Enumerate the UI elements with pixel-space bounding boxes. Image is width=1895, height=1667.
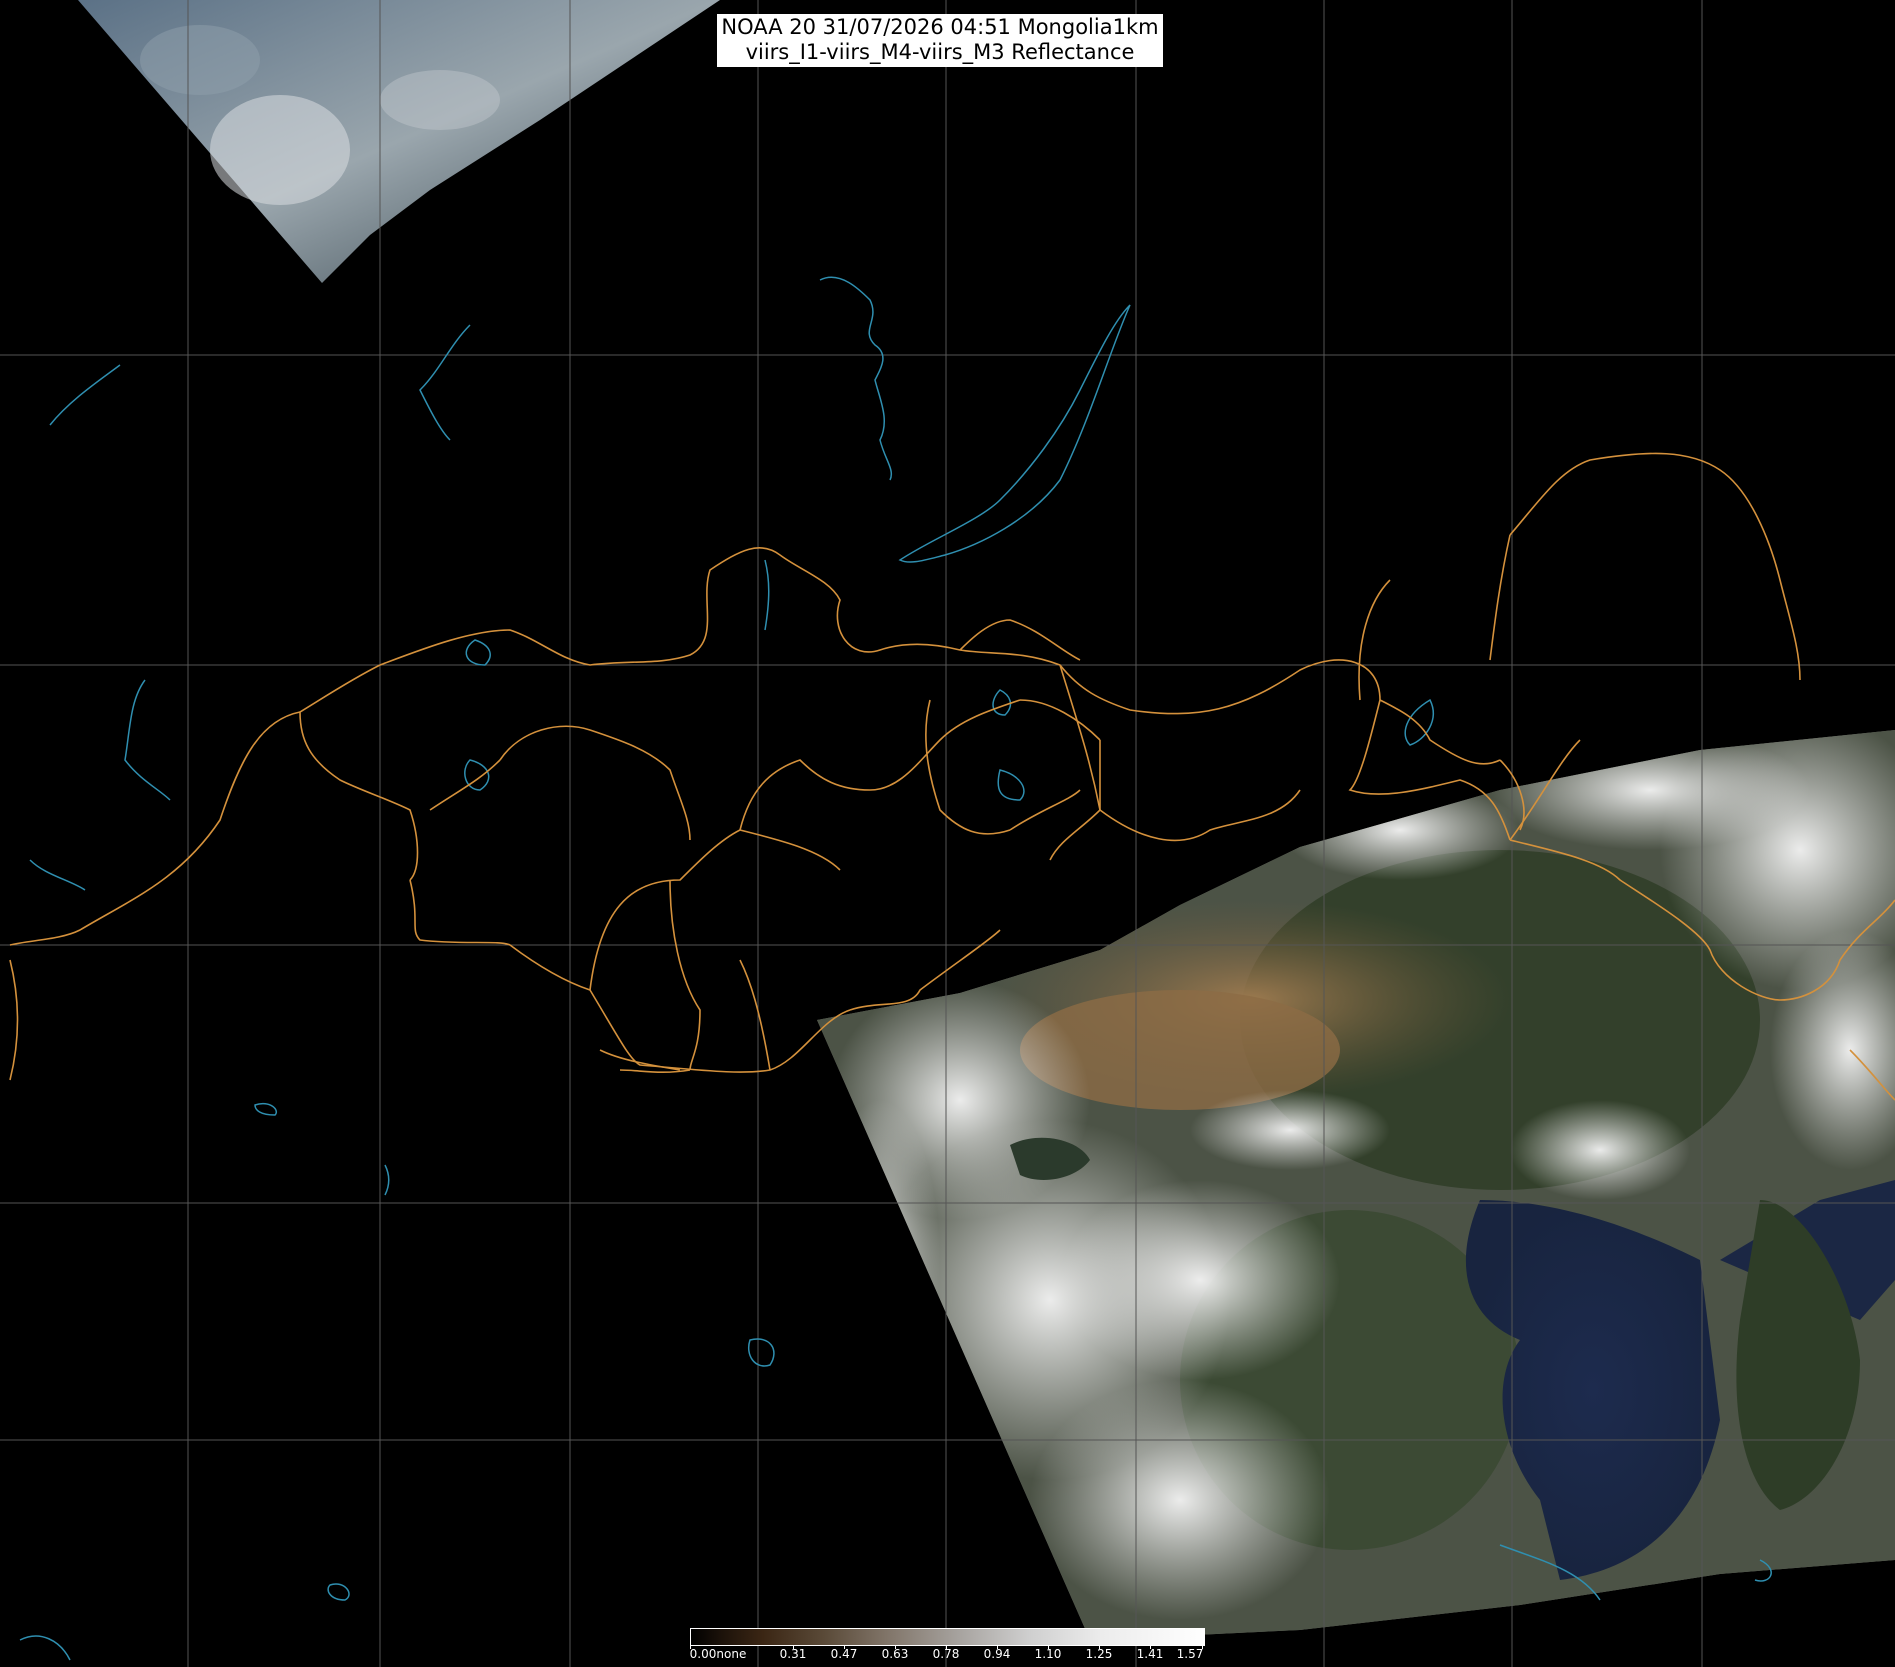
colorbar-label: 1.10 bbox=[1034, 1647, 1062, 1661]
colorbar-label: 1.57 bbox=[1176, 1647, 1204, 1661]
colorbar-label: 0.31 bbox=[779, 1647, 807, 1661]
colorbar-label: 1.25 bbox=[1085, 1647, 1113, 1661]
colorbar-legend: 0.00none 0.31 0.47 0.63 0.78 0.94 1.10 1… bbox=[690, 1628, 1205, 1664]
colorbar-label: 0.78 bbox=[932, 1647, 960, 1661]
colorbar-label: 0.63 bbox=[881, 1647, 909, 1661]
colorbar-gradient bbox=[690, 1628, 1205, 1646]
satellite-map bbox=[0, 0, 1895, 1667]
colorbar-label: 1.41 bbox=[1136, 1647, 1164, 1661]
colorbar-label: 0.94 bbox=[983, 1647, 1011, 1661]
colorbar-label: 0.00none bbox=[689, 1647, 747, 1661]
swath-northwest bbox=[78, 0, 720, 283]
swath-southeast bbox=[817, 730, 1895, 1640]
map-title-line1: NOAA 20 31/07/2026 04:51 Mongolia1km bbox=[721, 15, 1159, 39]
map-title: NOAA 20 31/07/2026 04:51 Mongolia1km vii… bbox=[717, 14, 1163, 67]
map-title-line2: viirs_I1-viirs_M4-viirs_M3 Reflectance bbox=[745, 40, 1135, 64]
colorbar-label: 0.47 bbox=[830, 1647, 858, 1661]
